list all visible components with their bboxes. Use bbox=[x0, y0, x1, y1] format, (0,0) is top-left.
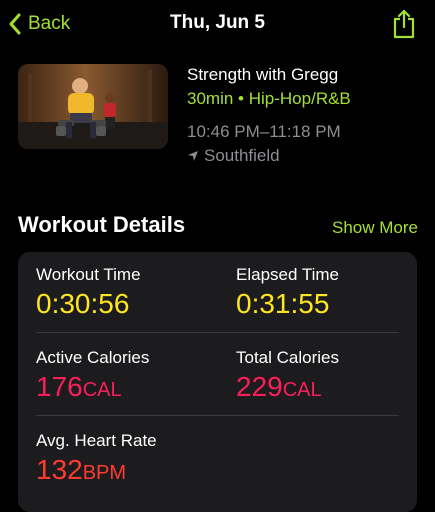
workout-details-card: Workout Time 0:30:56 Elapsed Time 0:31:5… bbox=[18, 252, 417, 512]
total-calories-value: 229CAL bbox=[236, 370, 339, 407]
total-calories-label: Total Calories bbox=[236, 348, 339, 367]
active-calories-metric: Active Calories 176CAL bbox=[36, 347, 149, 407]
heart-rate-label: Avg. Heart Rate bbox=[36, 431, 157, 450]
workout-time-metric: Workout Time 0:30:56 bbox=[36, 264, 141, 321]
metric-divider bbox=[36, 332, 399, 333]
heart-rate-number: 132 bbox=[36, 454, 83, 485]
metric-divider bbox=[36, 415, 399, 416]
active-calories-label: Active Calories bbox=[36, 348, 150, 367]
workout-music-genre: Hip-Hop/R&B bbox=[248, 89, 351, 108]
navigation-bar: Back Thu, Jun 5 bbox=[0, 0, 435, 52]
elapsed-time-metric: Elapsed Time 0:31:55 bbox=[236, 264, 339, 321]
active-calories-unit: CAL bbox=[82, 379, 122, 401]
total-calories-metric: Total Calories 229CAL bbox=[236, 347, 339, 407]
workout-location: Southfield bbox=[187, 145, 427, 167]
heart-rate-unit: BPM bbox=[82, 462, 127, 484]
workout-time-range: 10:46 PM–11:18 PM bbox=[187, 122, 341, 141]
meta-separator: • bbox=[238, 89, 244, 108]
active-calories-value: 176CAL bbox=[36, 370, 149, 407]
location-arrow-icon bbox=[188, 151, 198, 161]
elapsed-time-label: Elapsed Time bbox=[236, 265, 339, 284]
active-calories-number: 176 bbox=[36, 371, 83, 402]
workout-thumbnail[interactable] bbox=[18, 64, 168, 149]
elapsed-time-value: 0:31:55 bbox=[236, 288, 330, 319]
workout-time-label: Workout Time bbox=[36, 265, 141, 284]
heart-rate-value: 132BPM bbox=[36, 453, 157, 490]
workout-info: Strength with Gregg 30min • Hip-Hop/R&B … bbox=[187, 64, 427, 167]
total-calories-unit: CAL bbox=[282, 379, 322, 401]
share-button[interactable] bbox=[391, 8, 417, 40]
heart-rate-metric: Avg. Heart Rate 132BPM bbox=[36, 430, 157, 490]
workout-meta: 30min • Hip-Hop/R&B bbox=[187, 88, 427, 110]
page-title: Thu, Jun 5 bbox=[170, 12, 265, 33]
workout-title: Strength with Gregg bbox=[187, 65, 339, 84]
section-title: Workout Details bbox=[18, 212, 186, 237]
workout-details-header: Workout Details Show More bbox=[18, 212, 418, 242]
workout-duration: 30min bbox=[187, 89, 234, 108]
show-more-button[interactable]: Show More bbox=[332, 218, 418, 238]
workout-time-value: 0:30:56 bbox=[36, 288, 130, 319]
total-calories-number: 229 bbox=[236, 371, 283, 402]
location-label: Southfield bbox=[204, 146, 280, 165]
share-icon bbox=[393, 9, 415, 39]
